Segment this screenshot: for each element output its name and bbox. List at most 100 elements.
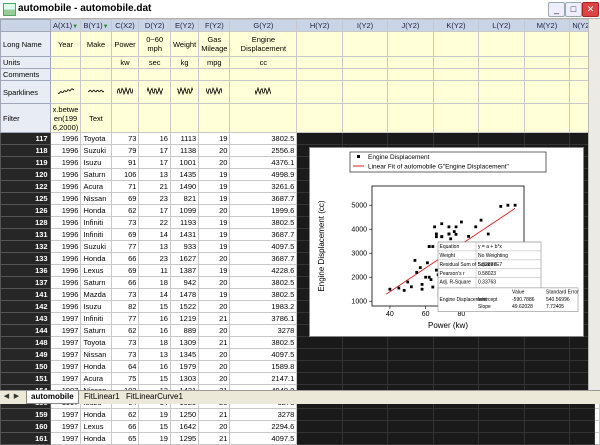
power-cell[interactable]: 82 — [110, 300, 140, 313]
comments-cell[interactable] — [49, 68, 82, 81]
power-cell[interactable]: 69 — [110, 264, 140, 277]
power-cell[interactable]: 79 — [110, 144, 140, 157]
long-name-cell[interactable] — [387, 31, 434, 57]
acc-cell[interactable]: 22 — [138, 216, 171, 229]
empty-cell[interactable] — [387, 336, 434, 349]
empty-cell[interactable] — [478, 348, 525, 361]
weight-cell[interactable]: 889 — [169, 324, 200, 337]
comments-cell[interactable] — [110, 68, 140, 81]
filter-cell[interactable] — [432, 103, 480, 133]
column-header[interactable]: B(Y1)▼ — [80, 19, 112, 32]
disp-cell[interactable]: 3278 — [229, 408, 298, 421]
sparklines-cell[interactable] — [387, 80, 434, 104]
disp-cell[interactable]: 3687.7 — [229, 252, 298, 265]
filter-cell[interactable] — [169, 103, 200, 133]
power-cell[interactable]: 73 — [110, 336, 140, 349]
units-cell[interactable] — [296, 56, 343, 69]
empty-cell[interactable] — [478, 336, 525, 349]
long-name-cell[interactable]: Power — [110, 31, 140, 57]
empty-cell[interactable] — [341, 408, 389, 421]
disp-cell[interactable]: 1589.8 — [229, 360, 298, 373]
make-cell[interactable]: Acura — [80, 372, 112, 385]
empty-cell[interactable] — [341, 348, 389, 361]
make-cell[interactable]: Isuzu — [80, 156, 112, 169]
filter-cell[interactable] — [523, 103, 571, 133]
power-cell[interactable]: 106 — [110, 168, 140, 181]
units-label[interactable]: Units — [0, 56, 51, 69]
sparklines-label[interactable]: Sparklines — [0, 80, 51, 104]
units-cell[interactable]: sec — [138, 56, 171, 69]
disp-cell[interactable]: 4998.9 — [229, 168, 298, 181]
make-cell[interactable]: Honda — [80, 432, 112, 445]
acc-cell[interactable]: 17 — [138, 144, 171, 157]
empty-cell[interactable] — [387, 408, 434, 421]
empty-cell[interactable] — [296, 336, 343, 349]
sparklines-cell[interactable] — [341, 80, 389, 104]
disp-cell[interactable]: 2294.6 — [229, 420, 298, 433]
row-number[interactable]: 120 — [0, 168, 51, 181]
maximize-button[interactable]: □ — [565, 2, 582, 17]
long-name-cell[interactable]: Make — [80, 31, 112, 57]
units-cell[interactable] — [523, 56, 571, 69]
sparklines-cell[interactable] — [432, 80, 480, 104]
mpg-cell[interactable]: 20 — [198, 420, 231, 433]
acc-cell[interactable]: 15 — [138, 300, 171, 313]
row-number[interactable]: 161 — [0, 432, 51, 445]
disp-cell[interactable]: 3802.5 — [229, 276, 298, 289]
make-cell[interactable]: Saturn — [80, 324, 112, 337]
comments-label[interactable]: Comments — [0, 68, 51, 81]
row-number[interactable]: 149 — [0, 348, 51, 361]
comments-cell[interactable] — [523, 68, 571, 81]
sparklines-cell[interactable] — [138, 80, 171, 104]
units-cell[interactable]: mpg — [198, 56, 231, 69]
mpg-cell[interactable]: 20 — [198, 144, 231, 157]
filter-icon[interactable]: ▼ — [103, 24, 109, 30]
weight-cell[interactable]: 1431 — [169, 228, 200, 241]
long-name-cell[interactable]: Year — [49, 31, 82, 57]
disp-cell[interactable]: 3278 — [229, 324, 298, 337]
weight-cell[interactable]: 1219 — [169, 312, 200, 325]
row-number[interactable]: 143 — [0, 312, 51, 325]
empty-cell[interactable] — [523, 336, 571, 349]
empty-cell[interactable] — [569, 432, 595, 445]
power-cell[interactable]: 73 — [110, 288, 140, 301]
long-name-cell[interactable] — [341, 31, 389, 57]
make-cell[interactable]: Nissan — [80, 348, 112, 361]
vertical-scrollbar[interactable] — [588, 19, 600, 390]
empty-cell[interactable] — [341, 336, 389, 349]
row-number[interactable]: 141 — [0, 288, 51, 301]
make-cell[interactable]: Lexus — [80, 264, 112, 277]
empty-cell[interactable] — [478, 420, 525, 433]
empty-cell[interactable] — [432, 420, 480, 433]
year-cell[interactable]: 1996 — [49, 264, 82, 277]
disp-cell[interactable]: 2147.1 — [229, 372, 298, 385]
year-cell[interactable]: 1996 — [49, 168, 82, 181]
make-cell[interactable]: Acura — [80, 180, 112, 193]
tab-fitlinear1[interactable]: FitLinear1 — [80, 391, 124, 403]
empty-cell[interactable] — [432, 348, 480, 361]
column-header[interactable]: C(X2) — [110, 19, 140, 32]
sparklines-cell[interactable] — [478, 80, 525, 104]
comments-cell[interactable] — [478, 68, 525, 81]
mpg-cell[interactable]: 20 — [198, 360, 231, 373]
acc-cell[interactable]: 16 — [138, 312, 171, 325]
corner-cell[interactable] — [0, 19, 51, 32]
units-cell[interactable] — [478, 56, 525, 69]
units-cell[interactable] — [49, 56, 82, 69]
empty-cell[interactable] — [523, 408, 571, 421]
row-number[interactable]: 131 — [0, 228, 51, 241]
year-cell[interactable]: 1996 — [49, 132, 82, 145]
mpg-cell[interactable]: 20 — [198, 372, 231, 385]
disp-cell[interactable]: 3786.1 — [229, 312, 298, 325]
year-cell[interactable]: 1997 — [49, 432, 82, 445]
make-cell[interactable]: Toyota — [80, 132, 112, 145]
make-cell[interactable]: Infiniti — [80, 216, 112, 229]
weight-cell[interactable]: 1138 — [169, 144, 200, 157]
weight-cell[interactable]: 1979 — [169, 360, 200, 373]
empty-cell[interactable] — [432, 360, 480, 373]
disp-cell[interactable]: 3261.6 — [229, 180, 298, 193]
make-cell[interactable]: Honda — [80, 252, 112, 265]
mpg-cell[interactable]: 19 — [198, 288, 231, 301]
units-cell[interactable] — [432, 56, 480, 69]
embedded-graph[interactable]: 40 60 80 1000 2000 3000 4000 5000 Power (kw) Engi… — [309, 147, 584, 337]
